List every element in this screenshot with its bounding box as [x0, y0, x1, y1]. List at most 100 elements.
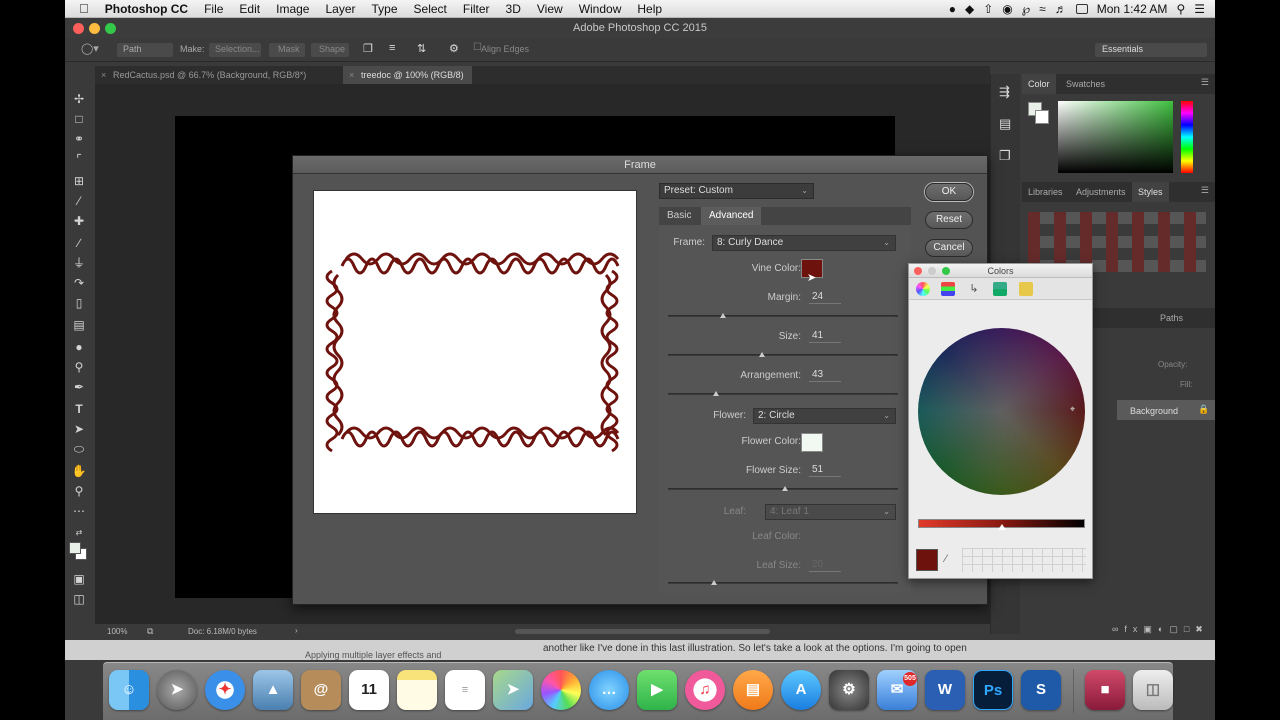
- brush-tool-icon[interactable]: ∕: [71, 236, 87, 250]
- arrangement-field[interactable]: 43: [809, 369, 841, 382]
- snagit-icon[interactable]: S: [1021, 670, 1061, 710]
- image-palettes-mode-icon[interactable]: [993, 282, 1007, 296]
- color-wheel-mode-icon[interactable]: [916, 282, 930, 296]
- photo-booth-icon[interactable]: ■: [1085, 670, 1125, 710]
- crop-tool-icon[interactable]: ⊞: [71, 174, 87, 188]
- eraser-tool-icon[interactable]: ▯: [71, 296, 87, 310]
- path-alignment-icon[interactable]: ≡: [389, 42, 395, 54]
- margin-slider-knob[interactable]: [720, 313, 727, 318]
- size-slider-knob[interactable]: [759, 352, 766, 357]
- launchpad-icon[interactable]: ➤: [157, 670, 197, 710]
- quick-mask-icon[interactable]: ▣: [71, 572, 87, 586]
- screen-record-icon[interactable]: ◉: [1002, 2, 1012, 16]
- pencils-mode-icon[interactable]: [1019, 282, 1033, 296]
- gear-icon[interactable]: ⚙: [449, 42, 459, 55]
- arrangement-slider[interactable]: [668, 391, 898, 396]
- safari-icon[interactable]: ✦: [205, 670, 245, 710]
- margin-slider[interactable]: [668, 313, 898, 318]
- apple-icon[interactable]: : [65, 1, 97, 16]
- flower-size-field[interactable]: 51: [809, 464, 841, 477]
- menu-image[interactable]: Image: [268, 2, 317, 16]
- bluetooth-icon[interactable]: ℘: [1022, 2, 1030, 16]
- menu-window[interactable]: Window: [571, 2, 630, 16]
- volume-icon[interactable]: ♬: [1055, 2, 1067, 16]
- preset-select[interactable]: Preset: Custom ⌄: [659, 183, 814, 199]
- itunes-icon[interactable]: ♫: [685, 670, 725, 710]
- size-slider[interactable]: [668, 352, 898, 357]
- swap-colors-icon[interactable]: ⇄: [71, 526, 87, 540]
- upload-icon[interactable]: ⇧: [983, 2, 993, 16]
- share-icon[interactable]: ⧉: [147, 626, 153, 637]
- properties-panel-icon[interactable]: ▤: [999, 116, 1011, 132]
- menu-edit[interactable]: Edit: [231, 2, 268, 16]
- messages-icon[interactable]: …: [589, 670, 629, 710]
- facetime-icon[interactable]: ▶: [637, 670, 677, 710]
- more-tools-icon[interactable]: ⋯: [71, 504, 87, 518]
- menu-select[interactable]: Select: [406, 2, 455, 16]
- ellipse-tool-icon[interactable]: ⬭: [71, 442, 87, 456]
- menu-help[interactable]: Help: [629, 2, 670, 16]
- reset-button[interactable]: Reset: [925, 211, 973, 229]
- panel-background-swatch[interactable]: [1035, 110, 1049, 124]
- doc-info[interactable]: Doc: 6.18M/0 bytes: [188, 627, 257, 636]
- panel-menu-icon[interactable]: ☰: [1201, 77, 1209, 88]
- tab-adjustments[interactable]: Adjustments: [1070, 182, 1132, 202]
- preview-icon[interactable]: ▲: [253, 670, 293, 710]
- color-field[interactable]: [1058, 101, 1173, 173]
- path-operations-icon[interactable]: ❐: [363, 42, 373, 55]
- menu-view[interactable]: View: [529, 2, 571, 16]
- panel-menu-icon[interactable]: ☰: [1201, 185, 1209, 196]
- frame-select[interactable]: 8: Curly Dance ⌄: [712, 235, 896, 251]
- menu-file[interactable]: File: [196, 2, 231, 16]
- dodge-tool-icon[interactable]: ⚲: [71, 360, 87, 374]
- hand-tool-icon[interactable]: ✋: [71, 464, 87, 478]
- close-tab-icon[interactable]: ×: [349, 66, 354, 84]
- word-icon[interactable]: W: [925, 670, 965, 710]
- eyedropper-icon[interactable]: ⁄: [945, 553, 947, 565]
- dropbox-icon[interactable]: ◆: [965, 2, 974, 16]
- tab-paths[interactable]: Paths: [1154, 308, 1189, 328]
- finder-icon[interactable]: ☺: [109, 670, 149, 710]
- flower-select[interactable]: 2: Circle ⌄: [753, 408, 896, 424]
- blur-tool-icon[interactable]: ●: [71, 340, 87, 354]
- flower-color-swatch[interactable]: [801, 433, 823, 452]
- wifi-icon[interactable]: ≈: [1039, 2, 1046, 16]
- calendar-icon[interactable]: 11: [349, 670, 389, 710]
- reminders-icon[interactable]: ≡: [445, 670, 485, 710]
- status-arrow-icon[interactable]: ›: [295, 626, 298, 635]
- lasso-tool-icon[interactable]: ⚭: [71, 132, 87, 146]
- tab-styles[interactable]: Styles: [1132, 182, 1169, 202]
- flower-size-slider[interactable]: [668, 486, 898, 491]
- screen-mode-icon[interactable]: ◫: [71, 592, 87, 606]
- pen-tool-icon[interactable]: ✒: [71, 380, 87, 394]
- arrangement-slider-knob[interactable]: [713, 391, 720, 396]
- path-arrangement-icon[interactable]: ⇅: [417, 42, 426, 55]
- layers-footer-icons[interactable]: ∞fx▣◐▢□✖: [1112, 624, 1212, 636]
- zoom-tool-icon[interactable]: ⚲: [71, 484, 87, 498]
- minimize-window-button[interactable]: [89, 23, 100, 34]
- tab-libraries[interactable]: Libraries: [1022, 182, 1069, 202]
- horizontal-scrollbar[interactable]: [515, 629, 770, 634]
- maps-icon[interactable]: ➤: [493, 670, 533, 710]
- color-palettes-mode-icon[interactable]: ↳: [967, 282, 981, 296]
- minimize-colors-button[interactable]: [928, 267, 936, 275]
- marquee-tool-icon[interactable]: □: [71, 112, 87, 126]
- tool-presets-icon[interactable]: ❐: [999, 148, 1011, 164]
- tab-color[interactable]: Color: [1022, 74, 1056, 94]
- system-preferences-icon[interactable]: ⚙: [829, 670, 869, 710]
- move-tool-icon[interactable]: ✢: [71, 92, 87, 106]
- healing-brush-tool-icon[interactable]: ✚: [71, 214, 87, 228]
- color-sliders-mode-icon[interactable]: [941, 282, 955, 296]
- flower-size-slider-knob[interactable]: [782, 486, 789, 491]
- menu-3d[interactable]: 3D: [498, 2, 529, 16]
- gradient-tool-icon[interactable]: ▤: [71, 318, 87, 332]
- color-wheel[interactable]: [918, 328, 1085, 495]
- clone-stamp-tool-icon[interactable]: ⏚: [71, 256, 87, 270]
- size-field[interactable]: 41: [809, 330, 841, 343]
- battery-icon[interactable]: [1075, 3, 1088, 14]
- photos-icon[interactable]: [541, 670, 581, 710]
- margin-field[interactable]: 24: [809, 291, 841, 304]
- history-panel-icon[interactable]: ⇶: [999, 84, 1010, 100]
- creative-cloud-icon[interactable]: ●: [949, 2, 956, 16]
- eyedropper-tool-icon[interactable]: ⁄: [71, 194, 87, 208]
